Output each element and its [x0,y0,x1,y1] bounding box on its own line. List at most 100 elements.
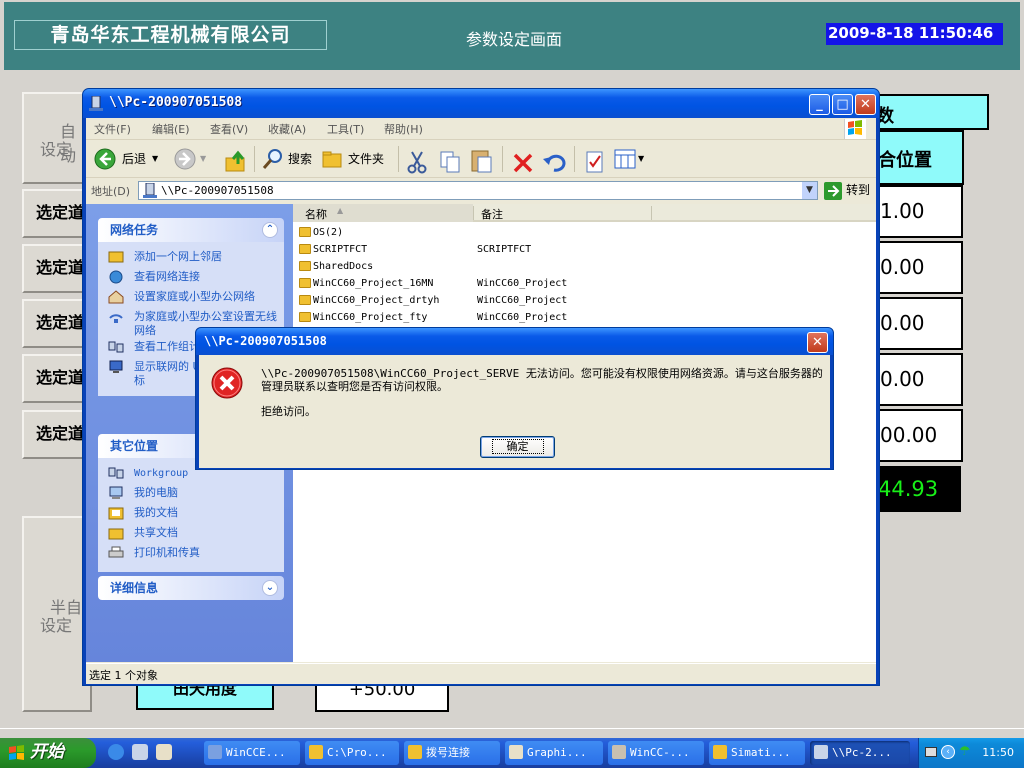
taskbar-item-explorer-active[interactable]: \\Pc-2... [810,741,910,765]
column-divider[interactable] [473,206,474,220]
place-label: 我的电脑 [134,486,178,499]
forward-button[interactable]: ▼ [174,144,210,174]
ok-label: 确定 [491,439,544,454]
folders-button[interactable]: 文件夹 [322,144,388,174]
hmi-bottom-bar [0,728,1024,738]
taskbar-item-simatic[interactable]: Simati... [709,741,805,765]
error-icon [211,367,243,399]
place-my-computer[interactable]: 我的电脑 [108,484,278,504]
file-name: WinCC60_Project_fty [313,312,428,323]
properties-icon[interactable] [584,147,606,177]
taskbar-item-folder[interactable]: C:\Pro... [305,741,399,765]
task-setup-home-network[interactable]: 设置家庭或小型办公网络 [108,288,278,308]
network-computer-icon [89,96,103,111]
internet-explorer-icon[interactable] [108,744,124,760]
column-divider[interactable] [651,206,652,220]
shared-folder-icon [108,528,124,540]
place-printers-faxes[interactable]: 打印机和传真 [108,544,278,564]
go-arrow-icon [824,182,842,200]
start-label: 开始 [30,742,64,762]
taskbar-item-wincc-runtime[interactable]: WinCC-... [608,741,704,765]
menu-edit[interactable]: 编辑(E) [152,121,190,137]
menu-favorites[interactable]: 收藏(A) [268,121,306,137]
position-header-text: 合位置 [878,150,932,171]
menu-help[interactable]: 帮助(H) [384,121,423,137]
taskbar: 开始 WinCCE... C:\Pro... 拨号连接 Graphi... Wi… [0,738,1024,768]
search-button[interactable]: 搜索 [262,144,318,174]
folder-icon [408,745,422,759]
place-shared-documents[interactable]: 共享文档 [108,524,278,544]
expand-chevron-icon[interactable]: ⌄ [262,580,278,596]
other-places-list: Workgroup 我的电脑 我的文档 共享文档 打印机和传真 [98,458,284,572]
task-label: 添加一个网上邻居 [134,250,222,263]
views-button[interactable]: ▼ [614,144,648,174]
cut-icon[interactable] [406,147,428,177]
undo-icon[interactable] [542,148,566,178]
ok-button[interactable]: 确定 [480,436,555,458]
value-field-4[interactable]: 0.00 [868,353,963,406]
folders-icon [322,151,342,168]
details-header[interactable]: 详细信息 ⌄ [98,576,284,600]
close-button[interactable]: ✕ [855,94,876,115]
menu-file[interactable]: 文件(F) [94,121,131,137]
toolbar-separator [502,146,503,172]
menu-tools[interactable]: 工具(T) [327,121,364,137]
place-label: 共享文档 [134,526,178,539]
computer-shortcut-icon[interactable] [132,744,148,760]
wincc-runtime-icon [612,745,626,759]
task-view-connections[interactable]: 查看网络连接 [108,268,278,288]
copy-icon[interactable] [438,147,462,177]
umbrella-icon[interactable]: ☂ [959,745,975,759]
address-bar: 地址(D) \\Pc-200907051508 ▼ 转到 [86,179,876,202]
minimize-button[interactable]: _ [809,94,830,115]
place-my-documents[interactable]: 我的文档 [108,504,278,524]
desktop-shortcut-icon[interactable] [156,744,172,760]
dialog-titlebar[interactable]: \\Pc-200907051508 ✕ [196,328,833,355]
task-label: 设置家庭或小型办公网络 [134,290,255,303]
auto-setting-label-2: 设定 [40,140,73,159]
network-tasks-header[interactable]: 网络任务 ⌃ [98,218,284,242]
task-add-network-place[interactable]: 添加一个网上邻居 [108,248,278,268]
value-field-1[interactable]: 1.00 [868,185,963,238]
keyboard-icon[interactable] [925,747,937,757]
back-arrow-icon [94,148,116,170]
semi-auto-label-2: 设定 [40,616,73,635]
value-field-3[interactable]: 0.00 [868,297,963,350]
task-label: WinCC-... [630,746,690,759]
file-note: WinCC60_Project [477,278,568,289]
column-name[interactable]: 名称 [305,206,327,222]
address-dropdown-icon[interactable]: ▼ [801,182,817,199]
search-label: 搜索 [288,152,313,166]
taskbar-item-wincc-explorer[interactable]: WinCCE... [204,741,300,765]
address-input[interactable]: \\Pc-200907051508 ▼ [138,181,818,200]
task-label: Graphi... [527,746,587,759]
address-label: 地址(D) [91,185,131,198]
forward-dropdown-icon: ▼ [200,154,207,163]
taskbar-item-dialup[interactable]: 拨号连接 [404,741,500,765]
other-places-title: 其它位置 [110,439,159,453]
dialog-close-button[interactable]: ✕ [807,332,828,353]
start-button[interactable]: 开始 [0,738,96,768]
wincc-icon [208,745,222,759]
collapse-chevron-icon[interactable]: ⌃ [262,222,278,238]
value-field-5[interactable]: 00.00 [868,409,963,462]
my-documents-icon [108,507,124,520]
menu-view[interactable]: 查看(V) [210,121,248,137]
computer-icon [814,745,828,759]
explorer-titlebar[interactable]: \\Pc-200907051508 _ □ ✕ [83,89,879,118]
workgroup-icon [108,341,124,353]
place-label: Workgroup [134,468,189,479]
column-note[interactable]: 备注 [481,206,503,222]
folders-label: 文件夹 [348,152,385,166]
taskbar-item-graphics[interactable]: Graphi... [505,741,603,765]
tray-expand-icon[interactable]: ‹ [941,745,955,759]
place-label: 我的文档 [134,506,178,519]
back-button[interactable]: 后退 ▼ [94,144,160,174]
delete-icon[interactable] [512,148,534,178]
up-folder-icon[interactable] [224,147,248,177]
maximize-button[interactable]: □ [832,94,853,115]
address-text: \\Pc-200907051508 [161,184,274,197]
value-field-2[interactable]: 0.00 [868,241,963,294]
paste-icon[interactable] [470,146,494,176]
error-dialog[interactable]: \\Pc-200907051508 ✕ \\Pc-200907051508\Wi… [195,327,834,470]
